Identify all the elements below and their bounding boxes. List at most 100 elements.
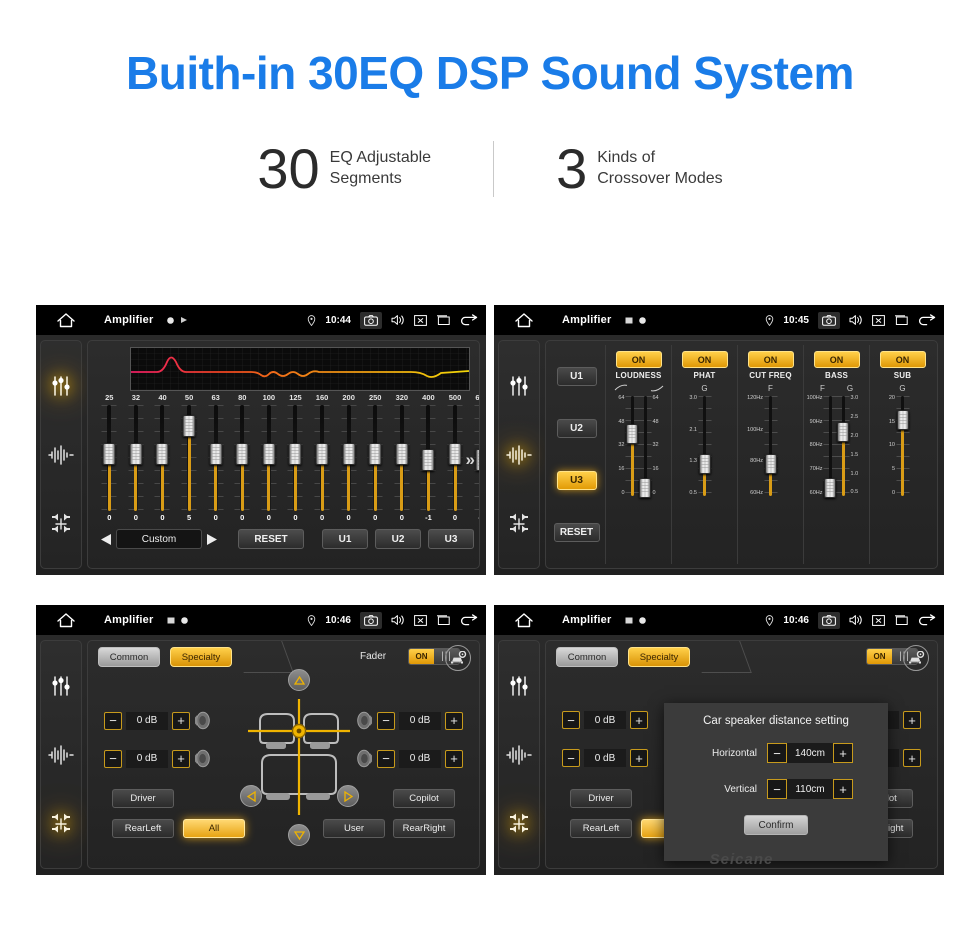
eq-slider[interactable] <box>202 405 229 511</box>
home-icon[interactable] <box>54 611 78 629</box>
home-icon[interactable] <box>512 611 536 629</box>
plus-button[interactable]: + <box>903 711 921 729</box>
recents-icon[interactable] <box>894 614 908 626</box>
plus-button[interactable]: + <box>903 749 921 767</box>
preset-prev-button[interactable] <box>96 533 116 546</box>
seat-button-user[interactable]: User <box>323 819 385 838</box>
cutfreq-fader[interactable]: 120Hz 100Hz 80Hz 60Hz <box>747 395 777 496</box>
phat-on-button[interactable]: ON <box>681 351 728 368</box>
plus-button[interactable]: + <box>630 711 648 729</box>
waveform-icon[interactable] <box>48 442 74 468</box>
preset-u2-button[interactable]: U2 <box>375 529 421 549</box>
volume-icon[interactable] <box>391 314 405 326</box>
eq-slider[interactable] <box>335 405 362 511</box>
minus-button[interactable]: − <box>767 779 787 799</box>
eq-slider[interactable] <box>96 405 123 511</box>
preset-u3-button[interactable]: U3 <box>556 470 597 490</box>
reset-button[interactable]: RESET <box>553 522 600 542</box>
home-icon[interactable] <box>512 311 536 329</box>
close-box-icon[interactable] <box>872 614 885 626</box>
volume-icon[interactable] <box>391 614 405 626</box>
car-gear-icon[interactable] <box>445 645 471 671</box>
seat-button-rearleft[interactable]: RearLeft <box>112 819 174 838</box>
eq-slider[interactable] <box>123 405 150 511</box>
minus-button[interactable]: − <box>104 749 122 768</box>
nav-up-button[interactable] <box>288 669 310 691</box>
preset-display[interactable]: Custom <box>116 529 202 549</box>
recents-icon[interactable] <box>436 314 450 326</box>
bass-on-button[interactable]: ON <box>813 351 860 368</box>
loudness-fader-2[interactable]: 64 48 32 16 0 <box>638 395 659 498</box>
back-arrow-icon[interactable] <box>917 613 936 627</box>
phat-fader[interactable]: 3.0 2.1 1.3 0.5 <box>689 395 711 496</box>
eq-slider[interactable] <box>149 405 176 511</box>
seat-button-all[interactable]: All <box>183 819 245 838</box>
balance-fader-icon[interactable] <box>506 811 532 837</box>
preset-u2-button[interactable]: U2 <box>556 419 597 439</box>
waveform-icon[interactable] <box>48 742 74 768</box>
camera-icon[interactable] <box>818 611 840 629</box>
equalizer-sliders-icon[interactable] <box>48 373 74 399</box>
loudness-on-button[interactable]: ON <box>615 351 662 368</box>
seat-button-driver[interactable]: Driver <box>570 789 632 808</box>
minus-button[interactable]: − <box>562 749 580 767</box>
close-box-icon[interactable] <box>414 314 427 326</box>
seat-button-rearright[interactable]: RearRight <box>393 819 455 838</box>
equalizer-sliders-icon[interactable] <box>506 673 532 699</box>
home-icon[interactable] <box>54 311 78 329</box>
eq-slider[interactable] <box>442 405 469 511</box>
plus-button[interactable]: + <box>630 749 648 767</box>
close-box-icon[interactable] <box>872 314 885 326</box>
back-arrow-icon[interactable] <box>917 313 936 327</box>
nav-left-button[interactable] <box>240 785 262 807</box>
minus-button[interactable]: − <box>104 711 122 730</box>
eq-slider[interactable] <box>229 405 256 511</box>
equalizer-sliders-icon[interactable] <box>48 673 74 699</box>
cutfreq-on-button[interactable]: ON <box>747 351 794 368</box>
balance-fader-icon[interactable] <box>48 511 74 537</box>
waveform-icon[interactable] <box>506 442 532 468</box>
balance-fader-icon[interactable] <box>48 811 74 837</box>
plus-button[interactable]: + <box>445 711 463 730</box>
nav-down-button[interactable] <box>288 824 310 846</box>
sub-fader[interactable]: 20 15 10 5 0 <box>889 395 909 496</box>
preset-u1-button[interactable]: U1 <box>556 367 597 387</box>
eq-slider[interactable] <box>389 405 416 511</box>
close-box-icon[interactable] <box>414 614 427 626</box>
recents-icon[interactable] <box>894 314 908 326</box>
seat-button-copilot[interactable]: Copilot <box>393 789 455 808</box>
eq-slider[interactable] <box>282 405 309 511</box>
tab-specialty[interactable]: Specialty <box>628 647 690 667</box>
minus-button[interactable]: − <box>767 743 787 763</box>
eq-slider[interactable] <box>256 405 283 511</box>
tab-common[interactable]: Common <box>556 647 618 667</box>
volume-icon[interactable] <box>849 614 863 626</box>
minus-button[interactable]: − <box>377 749 395 768</box>
reset-button[interactable]: RESET <box>238 529 304 549</box>
equalizer-sliders-icon[interactable] <box>506 373 532 399</box>
preset-u1-button[interactable]: U1 <box>322 529 368 549</box>
waveform-icon[interactable] <box>506 742 532 768</box>
plus-button[interactable]: + <box>833 779 853 799</box>
camera-icon[interactable] <box>360 311 382 329</box>
tab-specialty[interactable]: Specialty <box>170 647 232 667</box>
car-gear-icon[interactable] <box>903 645 929 671</box>
tab-common[interactable]: Common <box>98 647 160 667</box>
balance-fader-icon[interactable] <box>506 511 532 537</box>
plus-button[interactable]: + <box>172 711 190 730</box>
volume-icon[interactable] <box>849 314 863 326</box>
back-arrow-icon[interactable] <box>459 613 478 627</box>
plus-button[interactable]: + <box>172 749 190 768</box>
eq-slider[interactable] <box>309 405 336 511</box>
recents-icon[interactable] <box>436 614 450 626</box>
eq-slider[interactable] <box>176 405 203 511</box>
bass-gain-fader[interactable]: 3.0 2.5 2.0 1.5 1.0 0.5 <box>836 395 858 496</box>
sub-on-button[interactable]: ON <box>879 351 926 368</box>
eq-slider[interactable] <box>415 405 442 511</box>
minus-button[interactable]: − <box>562 711 580 729</box>
camera-icon[interactable] <box>818 311 840 329</box>
nav-right-button[interactable] <box>337 785 359 807</box>
seat-button-driver[interactable]: Driver <box>112 789 174 808</box>
camera-icon[interactable] <box>360 611 382 629</box>
preset-next-button[interactable] <box>202 533 222 546</box>
